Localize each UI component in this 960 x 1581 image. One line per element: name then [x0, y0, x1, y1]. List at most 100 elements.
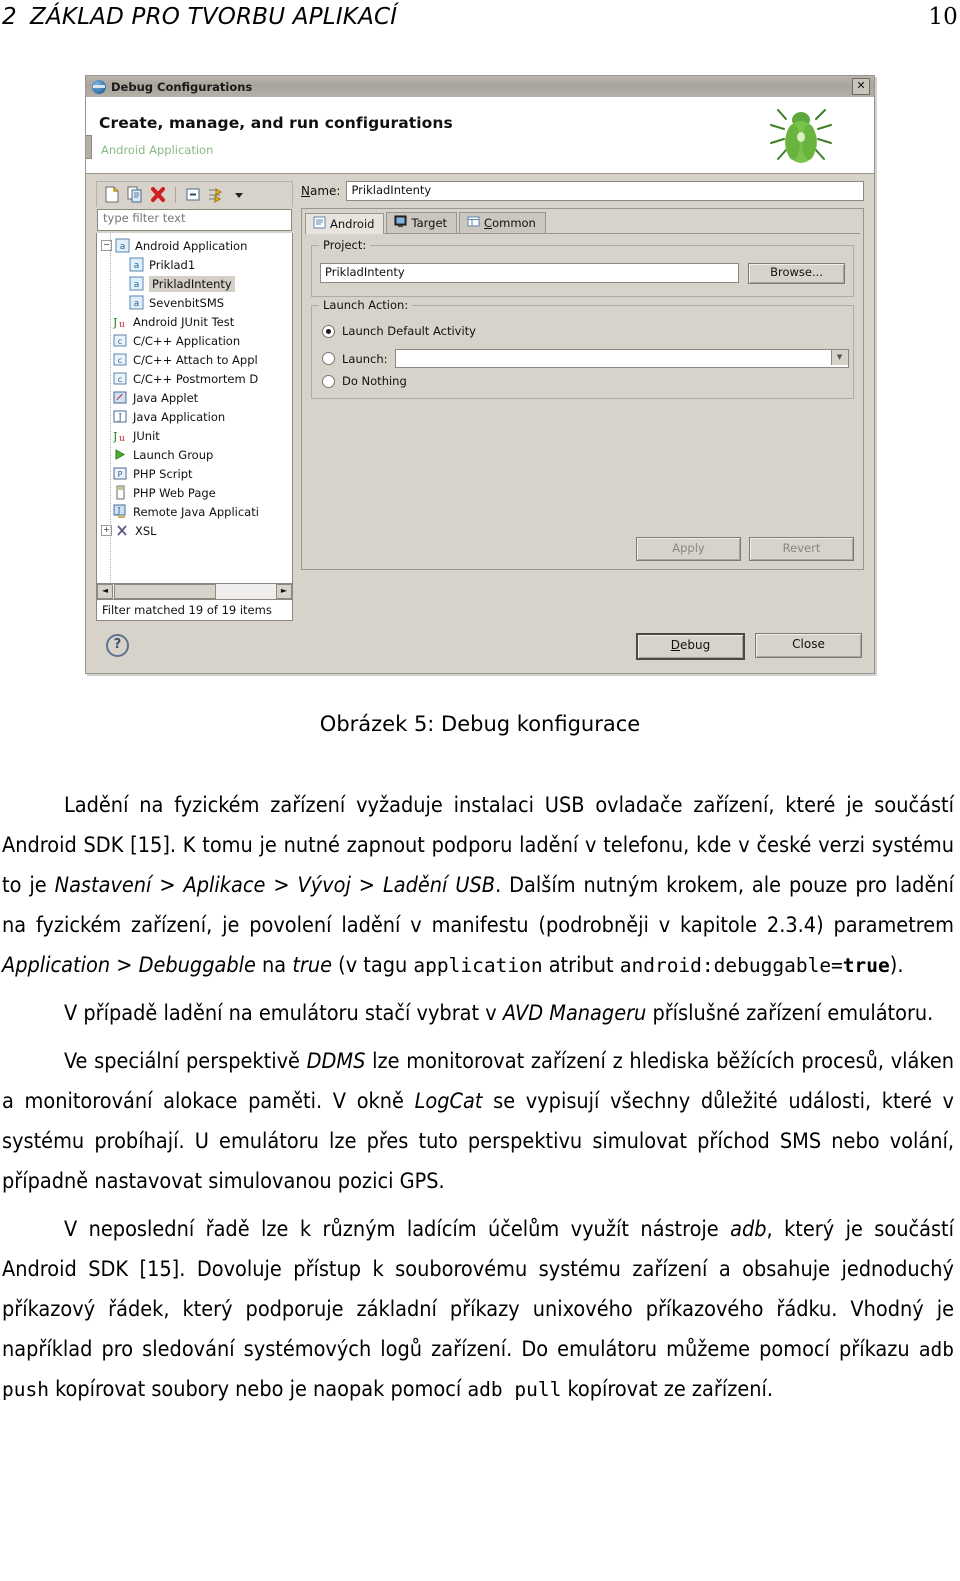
- tree-row-label: Java Application: [133, 409, 226, 424]
- svg-text:J: J: [113, 316, 117, 329]
- android-config-icon: a: [115, 238, 130, 253]
- revert-button[interactable]: Revert: [749, 537, 854, 561]
- page-number: 10: [928, 4, 958, 30]
- p4-mono-2: adb pull: [467, 1378, 562, 1401]
- chevron-down-icon[interactable]: [229, 185, 249, 204]
- android-config-icon: a: [129, 295, 144, 310]
- p2-seg-b: příslušné zařízení emulátoru.: [646, 1001, 934, 1026]
- svg-text:c: c: [118, 375, 122, 384]
- tree-row[interactable]: PHP Web Page: [97, 483, 292, 502]
- p1-mono-3: true: [842, 954, 890, 977]
- project-group: Project: PrikladIntenty Browse...: [311, 238, 854, 297]
- tree-toolbar: [96, 181, 293, 207]
- toolbar-separator: [175, 186, 176, 203]
- tree-row-label: SevenbitSMS: [149, 295, 225, 310]
- svg-text:a: a: [134, 280, 140, 290]
- paragraph-2: V případě ladění na emulátoru stačí vybr…: [2, 994, 954, 1034]
- tree-row[interactable]: c C/C++ Postmortem D: [97, 369, 292, 388]
- radio-launch[interactable]: Launch: ▼: [322, 349, 849, 368]
- red-x-icon[interactable]: [148, 185, 168, 204]
- svg-text:c: c: [118, 337, 122, 346]
- tree-row-selected[interactable]: a PrikladIntenty: [97, 274, 292, 293]
- dialog-bottom-bar: ? Debug Close: [86, 625, 874, 673]
- radio-launch-default-activity[interactable]: Launch Default Activity: [322, 324, 476, 338]
- tab-strip: Android Target Common: [305, 211, 860, 234]
- running-head: 2 ZÁKLAD PRO TVORBU APLIKACÍ 10: [0, 4, 960, 38]
- tree-row-label: PHP Web Page: [133, 485, 216, 500]
- tree-row[interactable]: J Remote Java Applicati: [97, 502, 292, 521]
- scroll-left-arrow-icon[interactable]: ◄: [97, 584, 113, 599]
- radio-do-nothing[interactable]: Do Nothing: [322, 374, 407, 388]
- radio-icon[interactable]: [322, 352, 335, 365]
- tree-row-label: XSL: [135, 523, 157, 538]
- browse-button[interactable]: Browse...: [748, 263, 845, 284]
- tree-row-label: Android JUnit Test: [133, 314, 235, 329]
- tree-row-label: Launch Group: [133, 447, 214, 462]
- launch-activity-combo[interactable]: ▼: [394, 349, 849, 368]
- new-document-icon[interactable]: [102, 185, 122, 204]
- android-tab-icon: [313, 216, 326, 232]
- running-head-title: ZÁKLAD PRO TVORBU APLIKACÍ: [30, 4, 398, 30]
- tab-android[interactable]: Android: [305, 213, 385, 234]
- p1-seg-c: na: [255, 953, 293, 978]
- filter-input[interactable]: type filter text: [97, 209, 292, 231]
- p4-seg-c: kopírovat soubory nebo je naopak pomocí: [48, 1377, 468, 1402]
- c-app-icon: c: [113, 352, 128, 367]
- scroll-right-arrow-icon[interactable]: ►: [276, 584, 292, 599]
- tab-common[interactable]: Common: [459, 212, 546, 233]
- tree-row[interactable]: − a Android Application: [97, 236, 292, 255]
- p4-italic-1: adb: [730, 1217, 767, 1242]
- tab-android-label: Android: [330, 217, 375, 231]
- dialog-main-buttons: Debug Close: [636, 633, 862, 660]
- target-device-icon: [394, 215, 407, 231]
- tree-row[interactable]: Launch Group: [97, 445, 292, 464]
- filter-arrows-icon[interactable]: [206, 185, 226, 204]
- name-label-mnemonic: N: [301, 184, 310, 198]
- apply-button[interactable]: Apply: [636, 537, 741, 561]
- green-bug-icon: [770, 109, 832, 163]
- configuration-type-tree[interactable]: − a Android Application a Priklad1 a Pri…: [96, 233, 293, 584]
- radio-icon-selected[interactable]: [322, 324, 335, 338]
- close-button[interactable]: Close: [755, 633, 862, 658]
- svg-text:u: u: [119, 320, 125, 329]
- tree-row[interactable]: Ju JUnit: [97, 426, 292, 445]
- close-icon[interactable]: ✕: [852, 78, 870, 95]
- chevron-down-icon[interactable]: ▼: [830, 350, 848, 365]
- tree-row[interactable]: P PHP Script: [97, 464, 292, 483]
- question-mark-icon[interactable]: ?: [106, 634, 129, 657]
- paragraph-4: V neposlední řadě lze k různým ladícím ú…: [2, 1210, 954, 1410]
- tree-row-label: C/C++ Attach to Appl: [133, 352, 258, 367]
- collapse-all-icon[interactable]: [183, 185, 203, 204]
- tree-row[interactable]: a Priklad1: [97, 255, 292, 274]
- p1-seg-f: ).: [889, 953, 904, 978]
- scrollbar-thumb[interactable]: [114, 584, 216, 599]
- tree-horizontal-scrollbar[interactable]: ◄ ►: [96, 584, 293, 600]
- tree-row-label: Android Application: [135, 238, 248, 253]
- name-input[interactable]: PrikladIntenty: [346, 181, 864, 201]
- tree-row[interactable]: J Java Application: [97, 407, 292, 426]
- launch-action-group: Launch Action: Launch Default Activity L…: [311, 298, 854, 399]
- p1-seg-d: (v tagu: [332, 953, 414, 978]
- tree-row[interactable]: a SevenbitSMS: [97, 293, 292, 312]
- tree-row[interactable]: Java Applet: [97, 388, 292, 407]
- banner-edge-tab: [86, 135, 92, 159]
- copy-icon[interactable]: [125, 185, 145, 204]
- svg-text:c: c: [118, 356, 122, 365]
- tree-row[interactable]: Ju Android JUnit Test: [97, 312, 292, 331]
- tab-target[interactable]: Target: [386, 212, 458, 233]
- radio-icon[interactable]: [322, 374, 335, 388]
- project-input[interactable]: PrikladIntenty: [320, 263, 739, 283]
- tree-row-label: Priklad1: [149, 257, 196, 272]
- tree-row-label: C/C++ Postmortem D: [133, 371, 259, 386]
- tree-row-label: C/C++ Application: [133, 333, 241, 348]
- android-config-icon: a: [129, 276, 144, 291]
- configurations-tree-panel: type filter text − a Android Application…: [96, 181, 293, 621]
- p3-seg-a: Ve speciální perspektivě: [64, 1049, 307, 1074]
- tab-common-label: Common: [484, 216, 536, 230]
- tree-row[interactable]: c C/C++ Application: [97, 331, 292, 350]
- tree-row[interactable]: + XSL: [97, 521, 292, 540]
- name-label: Name:: [301, 184, 341, 198]
- debug-button[interactable]: Debug: [636, 633, 745, 660]
- tree-row[interactable]: c C/C++ Attach to Appl: [97, 350, 292, 369]
- p1-mono-2: android:debuggable=: [619, 954, 843, 977]
